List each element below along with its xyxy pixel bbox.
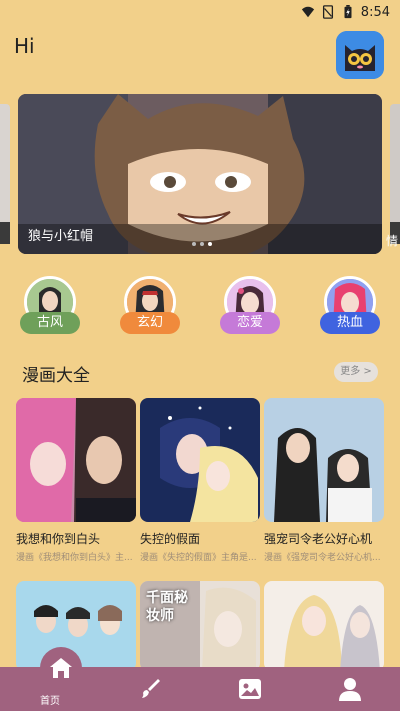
cover-title-text: 千面秘妆师: [146, 590, 188, 624]
tab-brush[interactable]: [100, 667, 200, 711]
comic-title: 强宠司令老公好心机: [264, 532, 373, 546]
banner-prev-slide[interactable]: [0, 104, 10, 244]
category-rexue[interactable]: 热血: [320, 276, 380, 336]
tab-home[interactable]: 首页: [0, 647, 100, 711]
banner-title: 狼与小红帽: [28, 229, 94, 244]
comic-cover: [16, 398, 136, 522]
wifi-icon: [301, 6, 314, 18]
comic-desc: 漫画《失控的假面》主角是...: [140, 553, 257, 563]
carousel-dot[interactable]: [192, 242, 196, 246]
carousel-dot-active[interactable]: [208, 242, 212, 246]
comic-desc: 漫画《强宠司令老公好心机...: [264, 553, 381, 563]
comic-cover: [264, 581, 384, 671]
more-button[interactable]: 更多 >: [334, 362, 378, 382]
status-bar: 8:54: [0, 0, 400, 24]
banner-carousel[interactable]: 情 狼与小红帽: [0, 94, 400, 254]
comic-title: 失控的假面: [140, 532, 201, 546]
greeting-text: Hi: [14, 34, 35, 58]
tab-gallery[interactable]: [200, 667, 300, 711]
bottom-tab-bar: 首页: [0, 647, 400, 711]
banner-next-slide[interactable]: 情: [386, 104, 400, 248]
comic-title: 我想和你到白头: [16, 532, 101, 546]
no-sim-icon: [322, 5, 333, 19]
category-xuanhuan[interactable]: 玄幻: [120, 276, 180, 336]
comic-card[interactable]: 我想和你到白头 漫画《我想和你到白头》主...: [16, 398, 136, 563]
comic-cover: [140, 398, 260, 522]
user-icon: [339, 678, 361, 701]
comic-grid: 我想和你到白头 漫画《我想和你到白头》主... 失控的假面 漫画《失控的假面》主…: [16, 398, 384, 671]
comic-cover: 千面秘妆师: [140, 581, 260, 671]
comic-card[interactable]: [264, 581, 384, 671]
category-row: 古风 玄幻 恋爱 热血: [20, 276, 380, 336]
category-gufeng[interactable]: 古风: [20, 276, 80, 336]
tab-profile[interactable]: [300, 667, 400, 711]
carousel-dot[interactable]: [200, 242, 204, 246]
category-label: 恋爱: [220, 312, 280, 334]
comic-card[interactable]: 失控的假面 漫画《失控的假面》主角是...: [140, 398, 260, 563]
brush-icon: [142, 679, 160, 698]
banner-slide[interactable]: 狼与小红帽: [18, 94, 382, 254]
carousel-dots: [192, 242, 212, 246]
category-label: 玄幻: [120, 312, 180, 334]
home-icon[interactable]: [40, 647, 82, 689]
comic-card[interactable]: 强宠司令老公好心机 漫画《强宠司令老公好心机...: [264, 398, 384, 563]
battery-icon: [344, 5, 352, 19]
tab-home-label: 首页: [40, 696, 60, 707]
category-label: 热血: [320, 312, 380, 334]
cat-icon[interactable]: [336, 31, 384, 79]
category-lianai[interactable]: 恋爱: [220, 276, 280, 336]
image-icon: [239, 679, 261, 699]
comic-card[interactable]: 千面秘妆师: [140, 581, 260, 671]
comic-desc: 漫画《我想和你到白头》主...: [16, 553, 133, 563]
banner-next-label: 情: [385, 234, 398, 248]
comic-cover: [264, 398, 384, 522]
status-time: 8:54: [360, 4, 390, 20]
category-label: 古风: [20, 312, 80, 334]
section-title: 漫画大全: [22, 366, 90, 386]
